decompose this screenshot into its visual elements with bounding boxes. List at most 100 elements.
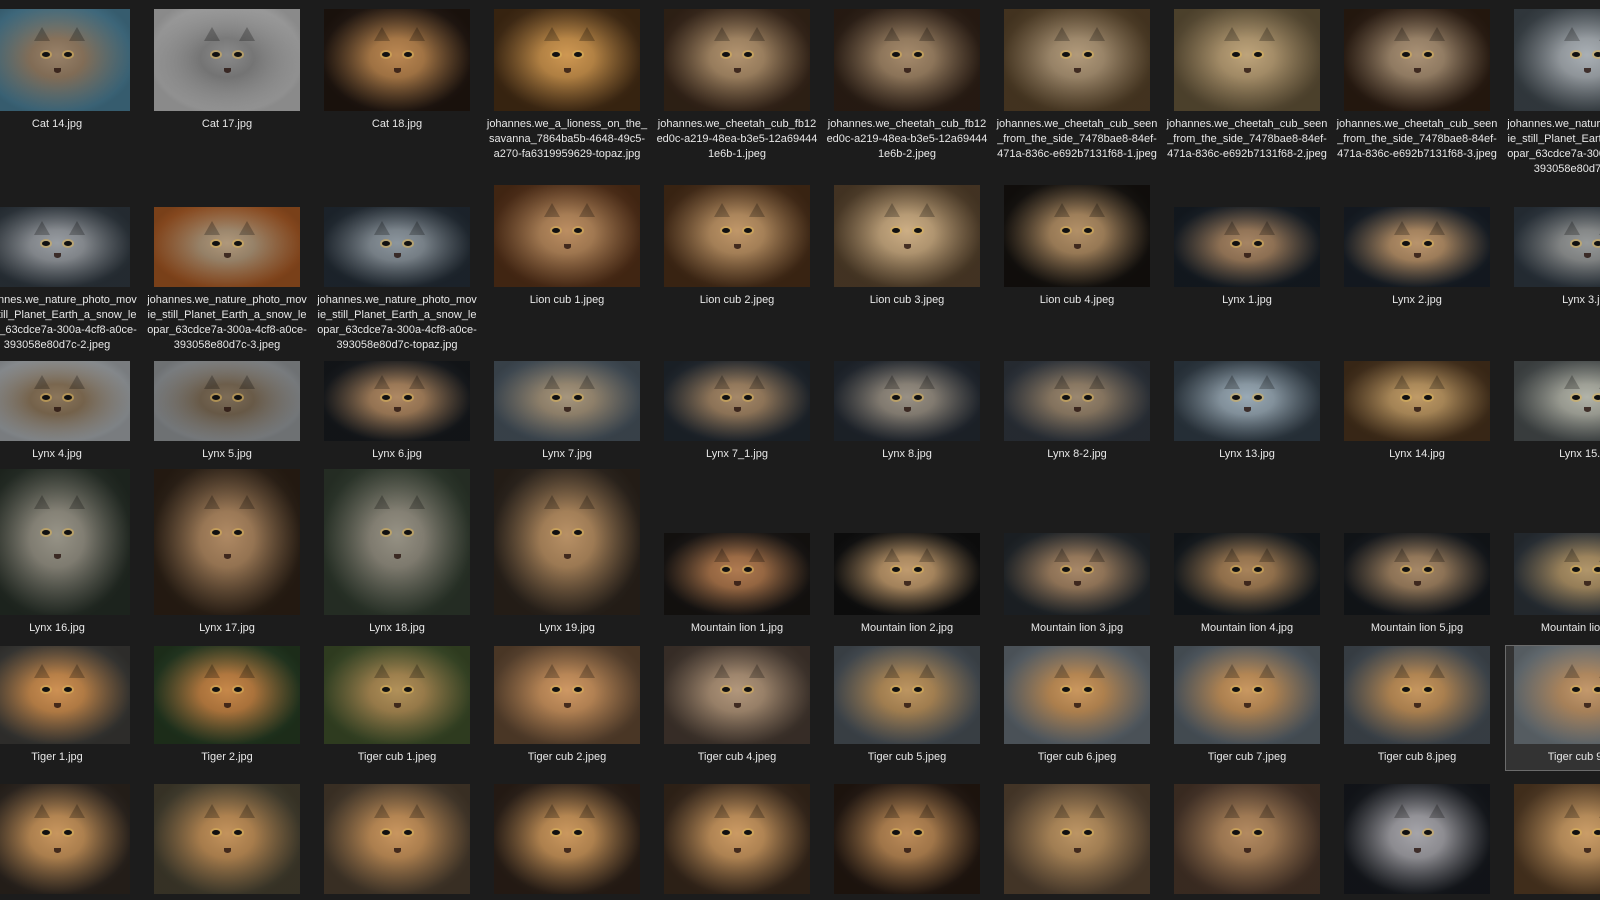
file-tile[interactable]: johannes.we_nature_photo_movie_still_Pla… (316, 185, 478, 355)
file-tile[interactable]: johannes.we_cheetah_cub_fb12ed0c-a219-48… (826, 9, 988, 179)
animal-face-ear (1563, 221, 1580, 236)
file-tile[interactable]: Tiger cub 5.jpeg (826, 646, 988, 770)
file-tile[interactable]: Lion cub 2.jpeg (656, 185, 818, 355)
animal-face-ear (1428, 221, 1445, 236)
image-thumbnail (494, 9, 640, 111)
file-tile[interactable]: Lynx 14.jpg (1336, 361, 1498, 467)
thumbnail-vignette (1514, 646, 1600, 744)
thumbnail-vignette (0, 646, 130, 744)
file-tile[interactable]: johannes.we_nature_photo_movie_still_Pla… (1506, 9, 1600, 179)
image-thumbnail (154, 207, 300, 287)
image-thumbnail (0, 469, 130, 615)
file-tile[interactable]: Lynx 2.jpg (1336, 185, 1498, 355)
animal-face-ear (408, 375, 425, 390)
file-name-label: Lion cub 3.jpeg (869, 294, 945, 306)
file-tile[interactable]: Lion cub 1.jpeg (486, 185, 648, 355)
file-tile[interactable] (316, 784, 478, 900)
animal-face-ear (373, 221, 390, 236)
file-tile[interactable]: Lynx 4.jpg (0, 361, 138, 467)
file-tile[interactable]: Lynx 16.jpg (0, 469, 138, 639)
file-tile[interactable]: johannes.we_nature_photo_movie_still_Pla… (0, 185, 138, 355)
file-tile[interactable]: Cat 17.jpg (146, 9, 308, 179)
file-tile[interactable]: Tiger cub 4.jpeg (656, 646, 818, 770)
animal-face-nose (1414, 580, 1422, 586)
image-thumbnail (1004, 784, 1150, 894)
file-tile[interactable]: johannes.we_cheetah_cub_fb12ed0c-a219-48… (656, 9, 818, 179)
file-name-label: Cat 14.jpg (31, 118, 83, 130)
file-tile[interactable]: Lynx 3.jpg (1506, 185, 1600, 355)
file-tile[interactable]: Lynx 15.jpg (1506, 361, 1600, 467)
file-tile[interactable]: Mountain lion 4.jpg (1166, 469, 1328, 639)
file-grid[interactable]: Cat 14.jpg Cat 17.jpg Cat 18.jpg johannes.w… (0, 0, 1600, 900)
image-thumbnail (154, 9, 300, 111)
file-tile[interactable]: Tiger cub 1.jpeg (316, 646, 478, 770)
image-thumbnail (1514, 9, 1600, 111)
animal-face-ear (373, 495, 390, 510)
file-tile[interactable]: Lynx 1.jpg (1166, 185, 1328, 355)
file-tile[interactable]: Lynx 7.jpg (486, 361, 648, 467)
file-name-label: Mountain lion 5.jpg (1370, 622, 1464, 634)
file-tile[interactable]: Lion cub 3.jpeg (826, 185, 988, 355)
file-tile[interactable]: Lynx 8.jpg (826, 361, 988, 467)
file-tile[interactable] (0, 784, 138, 900)
file-tile[interactable] (996, 784, 1158, 900)
file-tile[interactable]: Lynx 13.jpg (1166, 361, 1328, 467)
animal-face-ear (68, 663, 85, 678)
file-tile[interactable]: Lynx 8-2.jpg (996, 361, 1158, 467)
file-tile[interactable]: Cat 14.jpg (0, 9, 138, 179)
file-tile[interactable]: johannes.we_cheetah_cub_seen_from_the_si… (996, 9, 1158, 179)
file-tile[interactable]: Cat 18.jpg (316, 9, 478, 179)
animal-face-nose (1584, 580, 1592, 586)
file-tile[interactable]: Tiger cub 6.jpeg (996, 646, 1158, 770)
thumbnail-vignette (1174, 361, 1320, 441)
animal-face-eye (1254, 240, 1263, 246)
file-tile[interactable]: Tiger cub 7.jpeg (1166, 646, 1328, 770)
file-name-label: Tiger cub 4.jpeg (697, 751, 777, 763)
file-tile[interactable]: johannes.we_a_lioness_on_the_savanna_786… (486, 9, 648, 179)
file-tile[interactable]: johannes.we_cheetah_cub_seen_from_the_si… (1166, 9, 1328, 179)
file-tile[interactable] (486, 784, 648, 900)
file-tile[interactable]: johannes.we_nature_photo_movie_still_Pla… (146, 185, 308, 355)
file-tile[interactable]: Tiger cub 9.jpeg (1505, 645, 1600, 771)
file-name-label: Tiger cub 2.jpeg (527, 751, 607, 763)
file-tile[interactable]: Mountain lion 3.jpg (996, 469, 1158, 639)
image-thumbnail (0, 784, 130, 894)
file-tile[interactable]: Lynx 5.jpg (146, 361, 308, 467)
animal-face-eye (382, 394, 391, 400)
animal-face-eye (574, 51, 583, 57)
file-tile[interactable]: Tiger 2.jpg (146, 646, 308, 770)
file-tile[interactable]: Tiger 1.jpg (0, 646, 138, 770)
file-tile[interactable] (146, 784, 308, 900)
file-tile[interactable]: Mountain lion 2.jpg (826, 469, 988, 639)
animal-face-eye (744, 227, 753, 233)
file-tile[interactable]: Lynx 17.jpg (146, 469, 308, 639)
file-tile[interactable]: Lynx 6.jpg (316, 361, 478, 467)
file-tile[interactable]: Tiger cub 2.jpeg (486, 646, 648, 770)
image-thumbnail (154, 646, 300, 744)
file-tile[interactable]: Lynx 7_1.jpg (656, 361, 818, 467)
file-tile[interactable] (1166, 784, 1328, 900)
animal-face-ear (713, 375, 730, 390)
image-thumbnail (154, 469, 300, 615)
file-tile[interactable] (656, 784, 818, 900)
thumbnail-vignette (834, 361, 980, 441)
file-name-label: Lynx 7.jpg (542, 448, 592, 460)
file-tile[interactable] (1336, 784, 1498, 900)
file-tile[interactable]: Lynx 18.jpg (316, 469, 478, 639)
animal-face-ear (238, 27, 255, 42)
file-tile[interactable]: Tiger cub 8.jpeg (1336, 646, 1498, 770)
animal-face-eye (914, 394, 923, 400)
file-tile[interactable]: Mountain lion 5.jpg (1336, 469, 1498, 639)
file-tile[interactable]: Mountain lion 6.jpg (1506, 469, 1600, 639)
file-tile[interactable] (1506, 784, 1600, 900)
file-tile[interactable] (826, 784, 988, 900)
image-thumbnail (1174, 361, 1320, 441)
animal-face-nose (1244, 847, 1252, 853)
thumbnail-vignette (494, 361, 640, 441)
image-thumbnail (1174, 9, 1320, 111)
file-tile[interactable]: johannes.we_cheetah_cub_seen_from_the_si… (1336, 9, 1498, 179)
file-tile[interactable]: Lynx 19.jpg (486, 469, 648, 639)
animal-face-nose (224, 553, 232, 559)
file-tile[interactable]: Mountain lion 1.jpg (656, 469, 818, 639)
file-tile[interactable]: Lion cub 4.jpeg (996, 185, 1158, 355)
